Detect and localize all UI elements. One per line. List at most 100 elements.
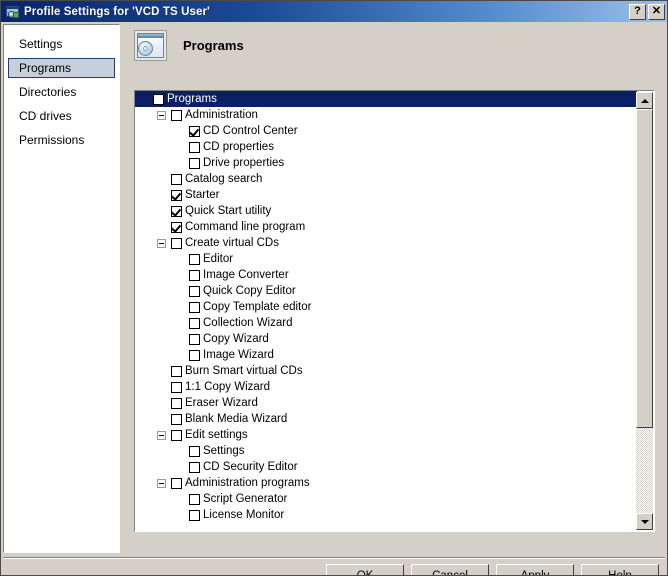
tree-row-label: Copy Template editor: [203, 299, 311, 315]
checkbox-checked-icon[interactable]: [189, 126, 200, 137]
tree-row[interactable]: Administration: [135, 107, 637, 123]
tree-row-label: Programs: [167, 91, 217, 107]
collapse-expander-icon[interactable]: [157, 239, 166, 248]
checkbox-unchecked-icon[interactable]: [171, 366, 182, 377]
ok-button[interactable]: OK: [326, 564, 404, 576]
tree-expander-spacer: [175, 495, 184, 504]
collapse-expander-icon[interactable]: [157, 111, 166, 120]
checkbox-unchecked-icon[interactable]: [171, 430, 182, 441]
checkbox-unchecked-icon[interactable]: [189, 494, 200, 505]
tree-row-label: Script Generator: [203, 491, 287, 507]
tree-row[interactable]: Blank Media Wizard: [135, 411, 637, 427]
scrollbar-track[interactable]: [636, 109, 653, 513]
sidebar-item-cd-drives[interactable]: CD drives: [8, 106, 115, 126]
tree-row-label: Image Wizard: [203, 347, 274, 363]
checkbox-unchecked-icon[interactable]: [171, 414, 182, 425]
sidebar-item-directories[interactable]: Directories: [8, 82, 115, 102]
tree-row[interactable]: Drive properties: [135, 155, 637, 171]
checkbox-unchecked-icon[interactable]: [171, 110, 182, 121]
title-bar[interactable]: Profile Settings for 'VCD TS User' ? ✕: [1, 1, 668, 22]
tree-row[interactable]: Collection Wizard: [135, 315, 637, 331]
checkbox-unchecked-icon[interactable]: [189, 334, 200, 345]
tree-row[interactable]: License Monitor: [135, 507, 637, 523]
checkbox-unchecked-icon[interactable]: [189, 318, 200, 329]
apply-button[interactable]: Apply: [496, 564, 574, 576]
tree-expander-spacer: [157, 415, 166, 424]
close-icon[interactable]: ✕: [648, 4, 665, 20]
checkbox-unchecked-icon[interactable]: [171, 238, 182, 249]
checkbox-unchecked-icon[interactable]: [189, 446, 200, 457]
checkbox-checked-icon[interactable]: [171, 190, 182, 201]
tree-row[interactable]: Settings: [135, 443, 637, 459]
tree-row[interactable]: Copy Wizard: [135, 331, 637, 347]
tree-row[interactable]: Eraser Wizard: [135, 395, 637, 411]
tree-row[interactable]: Burn Smart virtual CDs: [135, 363, 637, 379]
collapse-expander-icon[interactable]: [157, 431, 166, 440]
checkbox-unchecked-icon[interactable]: [189, 158, 200, 169]
sidebar-item-programs[interactable]: Programs: [8, 58, 115, 78]
button-label: OK: [357, 570, 374, 576]
tree-row[interactable]: Programs: [135, 91, 637, 107]
collapse-expander-icon[interactable]: [157, 479, 166, 488]
tree-row[interactable]: Image Converter: [135, 267, 637, 283]
pane-header: Programs: [134, 30, 244, 61]
tree-row-label: Burn Smart virtual CDs: [185, 363, 303, 379]
programs-tree[interactable]: ProgramsAdministrationCD Control CenterC…: [135, 91, 637, 531]
checkbox-checked-icon[interactable]: [171, 206, 182, 217]
help-button[interactable]: Help: [581, 564, 659, 576]
sidebar-item-settings[interactable]: Settings: [8, 34, 115, 54]
tree-row[interactable]: Catalog search: [135, 171, 637, 187]
tree-row-label: Catalog search: [185, 171, 262, 187]
help-titlebar-button[interactable]: ?: [629, 4, 646, 20]
checkbox-unchecked-icon[interactable]: [189, 254, 200, 265]
tree-expander-spacer: [157, 191, 166, 200]
tree-row[interactable]: Quick Start utility: [135, 203, 637, 219]
scroll-down-arrow-icon[interactable]: [636, 513, 653, 530]
tree-row-label: License Monitor: [203, 507, 284, 523]
sidebar-item-permissions[interactable]: Permissions: [8, 130, 115, 150]
button-label: Help: [608, 570, 632, 576]
checkbox-unchecked-icon[interactable]: [189, 286, 200, 297]
checkbox-unchecked-icon[interactable]: [189, 270, 200, 281]
tree-expander-spacer: [139, 95, 148, 104]
scrollbar-thumb[interactable]: [636, 109, 653, 428]
checkbox-unchecked-icon[interactable]: [171, 478, 182, 489]
checkbox-unchecked-icon[interactable]: [189, 510, 200, 521]
tree-row[interactable]: CD properties: [135, 139, 637, 155]
tree-row[interactable]: Administration programs: [135, 475, 637, 491]
tree-row[interactable]: Script Generator: [135, 491, 637, 507]
dialog-buttons: OK Cancel Apply Help: [326, 564, 659, 576]
tree-row[interactable]: Editor: [135, 251, 637, 267]
tree-expander-spacer: [157, 383, 166, 392]
scroll-up-arrow-icon[interactable]: [636, 92, 653, 109]
tree-row[interactable]: 1:1 Copy Wizard: [135, 379, 637, 395]
tree-row[interactable]: Starter: [135, 187, 637, 203]
checkbox-checked-icon[interactable]: [171, 222, 182, 233]
tree-row[interactable]: Copy Template editor: [135, 299, 637, 315]
tree-row[interactable]: Image Wizard: [135, 347, 637, 363]
checkbox-unchecked-icon[interactable]: [189, 142, 200, 153]
tree-row-label: Starter: [185, 187, 220, 203]
checkbox-unchecked-icon[interactable]: [153, 94, 164, 105]
button-label: pply: [528, 570, 549, 576]
tree-row[interactable]: Create virtual CDs: [135, 235, 637, 251]
tree-row[interactable]: CD Control Center: [135, 123, 637, 139]
tree-expander-spacer: [175, 271, 184, 280]
tree-expander-spacer: [175, 511, 184, 520]
tree-row[interactable]: Quick Copy Editor: [135, 283, 637, 299]
tree-row[interactable]: Edit settings: [135, 427, 637, 443]
checkbox-unchecked-icon[interactable]: [171, 174, 182, 185]
checkbox-unchecked-icon[interactable]: [171, 382, 182, 393]
tree-vertical-scrollbar[interactable]: [636, 92, 653, 530]
tree-row-label: Editor: [203, 251, 233, 267]
checkbox-unchecked-icon[interactable]: [171, 398, 182, 409]
tree-row[interactable]: CD Security Editor: [135, 459, 637, 475]
checkbox-unchecked-icon[interactable]: [189, 302, 200, 313]
checkbox-unchecked-icon[interactable]: [189, 462, 200, 473]
cancel-button[interactable]: Cancel: [411, 564, 489, 576]
tree-row-label: Copy Wizard: [203, 331, 269, 347]
tree-row[interactable]: Command line program: [135, 219, 637, 235]
sidebar-item-label: Permissions: [19, 133, 84, 147]
virtual-cd-window-icon: [134, 30, 167, 61]
checkbox-unchecked-icon[interactable]: [189, 350, 200, 361]
